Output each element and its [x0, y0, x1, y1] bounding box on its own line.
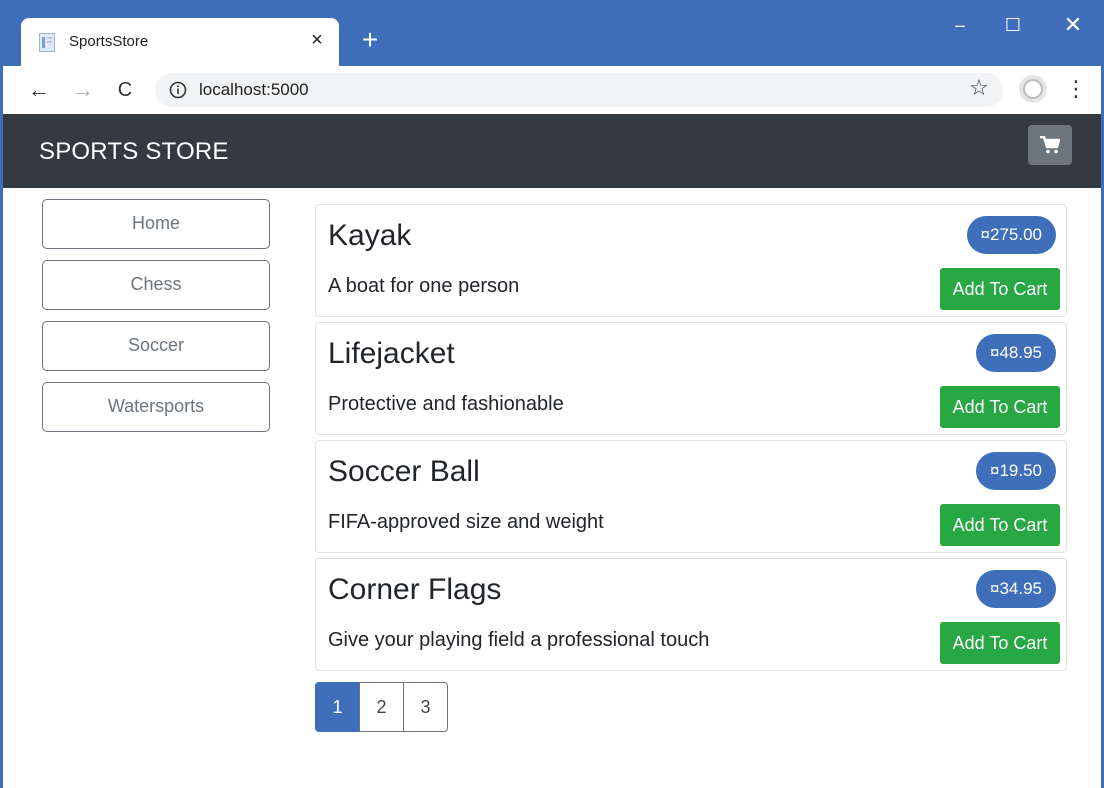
product-name: Lifejacket — [328, 337, 455, 370]
close-tab-icon[interactable]: × — [305, 28, 329, 52]
page-button-3[interactable]: 3 — [403, 682, 448, 732]
product-description: Protective and fashionable — [328, 393, 564, 415]
new-tab-button[interactable]: + — [355, 26, 385, 56]
product-card: Corner Flags ¤34.95 Give your playing fi… — [315, 558, 1067, 671]
price-badge: ¤19.50 — [976, 452, 1056, 490]
product-name: Corner Flags — [328, 573, 502, 606]
maximize-button[interactable]: ☐ — [991, 10, 1035, 40]
product-name: Soccer Ball — [328, 455, 480, 488]
brand-title: SPORTS STORE — [39, 138, 229, 165]
close-window-button[interactable]: ✕ — [1051, 10, 1095, 40]
tab-title: SportsStore — [69, 33, 149, 50]
page-button-1[interactable]: 1 — [315, 682, 360, 732]
product-card: Lifejacket ¤48.95 Protective and fashion… — [315, 322, 1067, 435]
back-button[interactable]: ← — [25, 76, 53, 104]
reload-button[interactable]: C — [111, 76, 139, 104]
minimize-button[interactable]: – — [938, 10, 982, 40]
forward-button[interactable]: → — [69, 76, 97, 104]
page-icon — [39, 33, 55, 52]
cart-icon — [1040, 136, 1060, 154]
product-name: Kayak — [328, 219, 412, 252]
page-button-2[interactable]: 2 — [359, 682, 404, 732]
browser-menu-icon[interactable]: ⋮ — [1065, 76, 1087, 104]
browser-toolbar: ← → C localhost:5000 ☆ ⋮ — [3, 66, 1101, 114]
product-card: Soccer Ball ¤19.50 FIFA-approved size an… — [315, 440, 1067, 553]
address-bar[interactable]: localhost:5000 — [155, 73, 1003, 107]
add-to-cart-button[interactable]: Add To Cart — [940, 504, 1060, 546]
price-badge: ¤34.95 — [976, 570, 1056, 608]
profile-avatar-icon[interactable] — [1018, 74, 1048, 104]
pagination: 1 2 3 — [315, 682, 448, 732]
product-description: Give your playing field a professional t… — [328, 629, 710, 651]
browser-window: SportsStore × + – ☐ ✕ ← → C localhost:50… — [0, 0, 1104, 788]
add-to-cart-button[interactable]: Add To Cart — [940, 268, 1060, 310]
add-to-cart-button[interactable]: Add To Cart — [940, 386, 1060, 428]
price-badge: ¤48.95 — [976, 334, 1056, 372]
product-card: Kayak ¤275.00 A boat for one person Add … — [315, 204, 1067, 317]
product-description: A boat for one person — [328, 275, 520, 297]
url-text[interactable]: localhost:5000 — [199, 80, 309, 100]
category-button-watersports[interactable]: Watersports — [42, 382, 270, 432]
add-to-cart-button[interactable]: Add To Cart — [940, 622, 1060, 664]
category-button-chess[interactable]: Chess — [42, 260, 270, 310]
browser-tab[interactable]: SportsStore × — [21, 18, 339, 66]
category-button-home[interactable]: Home — [42, 199, 270, 249]
site-navbar: SPORTS STORE — [3, 114, 1101, 188]
info-icon[interactable] — [169, 81, 187, 99]
category-button-soccer[interactable]: Soccer — [42, 321, 270, 371]
price-badge: ¤275.00 — [966, 216, 1056, 254]
product-description: FIFA-approved size and weight — [328, 511, 604, 533]
bookmark-star-icon[interactable]: ☆ — [967, 76, 991, 100]
title-bar: SportsStore × + – ☐ ✕ — [3, 0, 1101, 66]
cart-button[interactable] — [1028, 125, 1072, 165]
